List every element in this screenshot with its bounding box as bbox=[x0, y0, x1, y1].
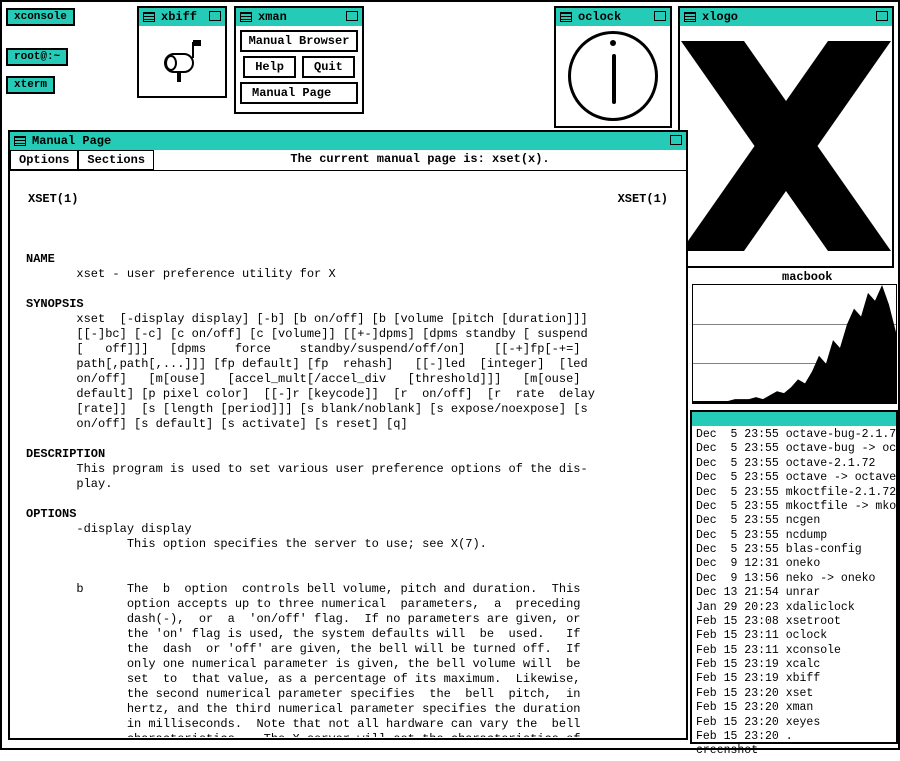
syn-l7: [rate]] [s [length [period]]] [s blank/n… bbox=[26, 402, 588, 416]
terminal-body[interactable]: Dec 5 23:55 octave-bug-2.1.72 Dec 5 23:5… bbox=[692, 426, 896, 761]
manpage-menubar: Options Sections The current manual page… bbox=[10, 150, 686, 171]
xload-graph bbox=[693, 285, 896, 403]
manual-page-button[interactable]: Manual Page bbox=[240, 82, 358, 104]
oclock-body bbox=[556, 26, 670, 126]
man-hdr-right: XSET(1) bbox=[618, 192, 668, 207]
syn-l1: xset [-display display] [-b] [b on/off] … bbox=[26, 312, 588, 326]
window-menu-icon[interactable] bbox=[240, 12, 252, 22]
xman-heading: Manual Browser bbox=[240, 30, 358, 52]
task-btn-xconsole[interactable]: xconsole bbox=[6, 8, 75, 26]
xbiff-window: xbiff bbox=[137, 6, 227, 98]
sec-options: OPTIONS bbox=[26, 507, 76, 521]
task-btn-xterm[interactable]: xterm bbox=[6, 76, 55, 94]
syn-l4: path[,path[,...]]] [fp default] [fp reha… bbox=[26, 357, 588, 371]
terminal-window: Dec 5 23:55 octave-bug-2.1.72 Dec 5 23:5… bbox=[690, 410, 898, 744]
syn-l3: [ off]]] [dpms force standby/suspend/off… bbox=[26, 342, 581, 356]
opt-b-0: b The b option controls bell volume, pit… bbox=[26, 582, 581, 596]
man-hdr-left: XSET(1) bbox=[28, 192, 78, 207]
manpage-body[interactable]: XSET(1) XSET(1) NAME xset - user preferen… bbox=[10, 171, 686, 737]
xlogo-body bbox=[680, 26, 892, 266]
host-label: macbook bbox=[782, 270, 832, 284]
name-text: xset - user preference utility for X bbox=[26, 267, 336, 281]
opt-b-1: option accepts up to three numerical par… bbox=[26, 597, 581, 611]
x-logo-icon bbox=[681, 31, 891, 261]
desc-l1: This program is used to set various user… bbox=[26, 462, 588, 476]
clock-face-icon bbox=[568, 31, 658, 121]
xlogo-window: xlogo bbox=[678, 6, 894, 268]
minimize-icon[interactable] bbox=[670, 135, 682, 145]
oclock-window: oclock bbox=[554, 6, 672, 128]
sections-menu[interactable]: Sections bbox=[78, 150, 154, 170]
minimize-icon[interactable] bbox=[346, 11, 358, 21]
opt-b-5: only one numerical parameter is given, t… bbox=[26, 657, 581, 671]
xlogo-title: xlogo bbox=[702, 10, 738, 24]
sec-name: NAME bbox=[26, 252, 55, 266]
syn-l2: [[-]bc] [-c] [c on/off] [c [volume]] [[+… bbox=[26, 327, 588, 341]
quit-button[interactable]: Quit bbox=[302, 56, 355, 78]
mailbox-icon bbox=[157, 36, 207, 86]
manpage-title: Manual Page bbox=[32, 134, 111, 148]
xbiff-body bbox=[139, 26, 225, 96]
task-btn-root[interactable]: root@:~ bbox=[6, 48, 68, 66]
xman-window: xman Manual Browser Help Quit Manual Pag… bbox=[234, 6, 364, 114]
manpage-status: The current manual page is: xset(x). bbox=[154, 150, 686, 170]
xbiff-titlebar[interactable]: xbiff bbox=[139, 8, 225, 26]
xload-window bbox=[692, 284, 897, 404]
xman-title: xman bbox=[258, 10, 287, 24]
opt-display-1: -display display bbox=[26, 522, 192, 536]
syn-l5: on/off] [m[ouse] [accel_mult[/accel_div … bbox=[26, 372, 581, 386]
xbiff-title: xbiff bbox=[161, 10, 197, 24]
syn-l8: on/off] [s default] [s activate] [s rese… bbox=[26, 417, 408, 431]
help-button[interactable]: Help bbox=[243, 56, 296, 78]
opt-b-2: dash(-), or a 'on/off' flag. If no param… bbox=[26, 612, 581, 626]
xlogo-titlebar[interactable]: xlogo bbox=[680, 8, 892, 26]
syn-l6: default] [p pixel color] [[-]r [keycode]… bbox=[26, 387, 595, 401]
opt-b-3: the 'on' flag is used, the system defaul… bbox=[26, 627, 581, 641]
opt-b-10: characteristics. The X server will set t… bbox=[26, 732, 581, 737]
options-menu[interactable]: Options bbox=[10, 150, 78, 170]
manpage-window: Manual Page Options Sections The current… bbox=[8, 130, 688, 740]
window-menu-icon[interactable] bbox=[684, 12, 696, 22]
sec-synopsis: SYNOPSIS bbox=[26, 297, 84, 311]
xman-titlebar[interactable]: xman bbox=[236, 8, 362, 26]
terminal-titlebar[interactable] bbox=[692, 412, 896, 426]
manpage-titlebar[interactable]: Manual Page bbox=[10, 132, 686, 150]
opt-b-7: the second numerical parameter specifies… bbox=[26, 687, 581, 701]
opt-b-4: the dash or 'off' are given, the bell wi… bbox=[26, 642, 581, 656]
minimize-icon[interactable] bbox=[654, 11, 666, 21]
window-menu-icon[interactable] bbox=[143, 12, 155, 22]
opt-b-9: in milliseconds. Note that not all hardw… bbox=[26, 717, 581, 731]
desc-l2: play. bbox=[26, 477, 112, 491]
oclock-title: oclock bbox=[578, 10, 621, 24]
minimize-icon[interactable] bbox=[209, 11, 221, 21]
minimize-icon[interactable] bbox=[876, 11, 888, 21]
window-menu-icon[interactable] bbox=[560, 12, 572, 22]
window-menu-icon[interactable] bbox=[14, 136, 26, 146]
opt-display-2: This option specifies the server to use;… bbox=[26, 537, 487, 551]
oclock-titlebar[interactable]: oclock bbox=[556, 8, 670, 26]
sec-description: DESCRIPTION bbox=[26, 447, 105, 461]
opt-b-8: hertz, and the third numerical parameter… bbox=[26, 702, 581, 716]
opt-b-6: set to that value, as a percentage of it… bbox=[26, 672, 581, 686]
